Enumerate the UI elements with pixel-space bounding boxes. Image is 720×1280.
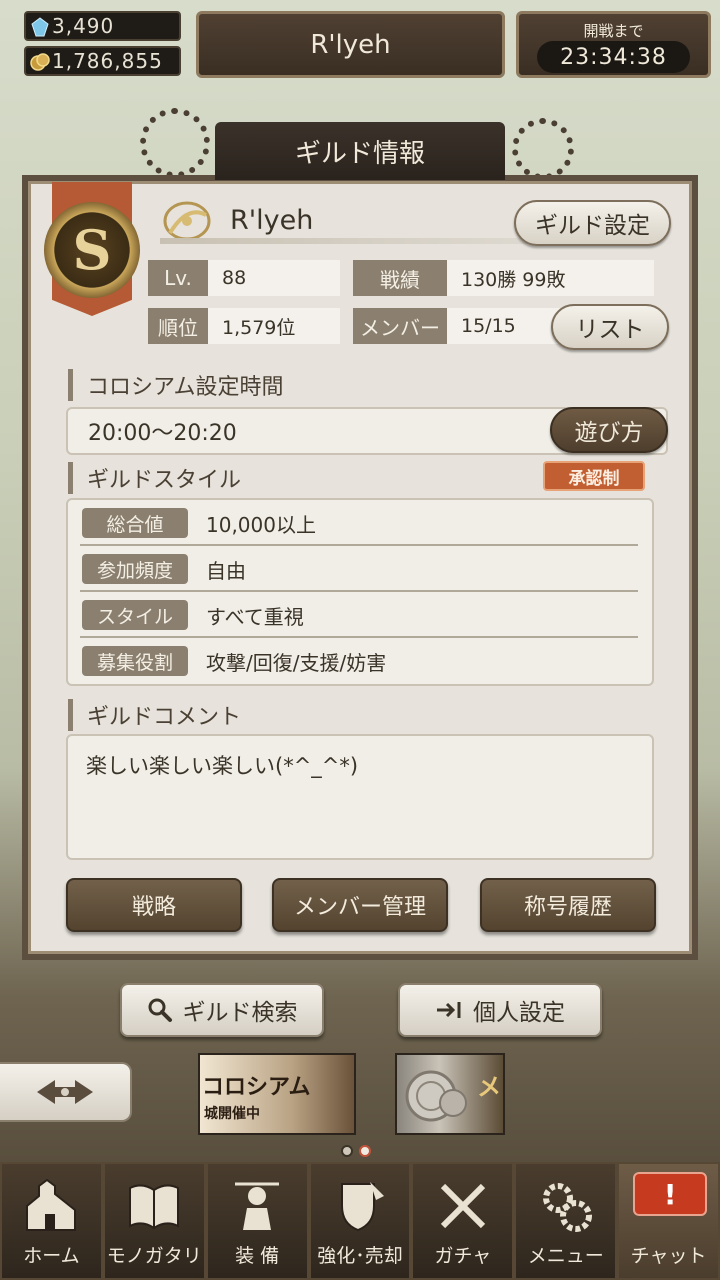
guild-rank-emblem: S	[44, 182, 140, 316]
carousel-dot[interactable]	[341, 1145, 353, 1157]
style-row-style: スタイル すべて重視	[80, 592, 638, 638]
guild-comment-box: 楽しい楽しい楽しい(*^_^*)	[66, 734, 654, 860]
guild-search-label: ギルド検索	[182, 1000, 298, 1026]
level-value: 88	[208, 260, 340, 296]
book-icon	[129, 1184, 180, 1230]
chat-alert-icon: !	[633, 1172, 708, 1216]
nav-equipment-label: 装 備	[235, 1245, 280, 1267]
nav-enhance-sell-label: 強化･売却	[317, 1245, 403, 1267]
gold-count: 1,786,855	[52, 49, 163, 73]
banner-coin-text: メ	[477, 1073, 501, 1101]
colosseum-time-title: コロシアム設定時間	[68, 369, 283, 401]
nav-gacha[interactable]: ガチャ	[411, 1162, 515, 1280]
approval-badge: 承認制	[543, 461, 645, 491]
style-label: スタイル	[82, 600, 188, 630]
strategy-button[interactable]: 戦略	[66, 878, 242, 932]
nav-chat[interactable]: ! チャット	[617, 1162, 720, 1280]
gear-decoration-left	[140, 108, 210, 178]
nav-home[interactable]: ホーム	[0, 1162, 103, 1280]
nav-chat-label: チャット	[630, 1245, 707, 1267]
search-icon	[148, 998, 172, 1022]
banner-colosseum-sub: 城開催中	[204, 1106, 260, 1122]
guild-settings-button[interactable]: ギルド設定	[514, 200, 671, 246]
member-list-button[interactable]: リスト	[551, 304, 669, 350]
rank-coin: S	[44, 202, 140, 298]
nav-gacha-label: ガチャ	[434, 1245, 492, 1267]
record-label: 戦績	[353, 260, 447, 296]
home-icon	[26, 1178, 77, 1231]
nav-enhance-sell[interactable]: 強化･売却	[308, 1162, 412, 1280]
guild-style-title: ギルドスタイル	[68, 462, 241, 494]
carousel-dot-active[interactable]	[359, 1145, 371, 1157]
gear-icon	[542, 1183, 592, 1232]
timer-value: 23:34:38	[537, 41, 690, 73]
carousel-dots	[341, 1145, 371, 1157]
style-label: 募集役割	[82, 646, 188, 676]
guild-comment-text: 楽しい楽しい楽しい(*^_^*)	[86, 754, 359, 778]
members-label: メンバー	[353, 308, 447, 344]
guild-title-plate: R'lyeh	[196, 11, 505, 78]
gem-count: 3,490	[52, 14, 115, 38]
guild-style-box: 総合値 10,000以上 参加頻度 自由 スタイル すべて重視 募集役割 攻撃/…	[66, 498, 654, 686]
guild-settings-label: ギルド設定	[535, 213, 650, 239]
style-value: 自由	[206, 559, 246, 583]
style-row-roles: 募集役割 攻撃/回復/支援/妨害	[80, 638, 638, 684]
rank-value: 1,579位	[208, 308, 340, 344]
personal-settings-label: 個人設定	[473, 1000, 565, 1026]
how-to-play-label: 遊び方	[574, 420, 644, 446]
nav-menu-label: メニュー	[527, 1245, 604, 1267]
colosseum-banner[interactable]: コロシアム 城開催中	[198, 1053, 356, 1135]
banner-colosseum-text: コロシアム	[202, 1075, 311, 1100]
nav-story-label: モノガタリ	[106, 1245, 202, 1267]
title-history-button[interactable]: 称号履歴	[480, 878, 656, 932]
back-button[interactable]	[0, 1062, 132, 1122]
rank-label: 順位	[148, 308, 208, 344]
style-row-total: 総合値 10,000以上	[80, 500, 638, 546]
guild-comment-title: ギルドコメント	[68, 699, 241, 731]
nav-story[interactable]: モノガタリ	[102, 1162, 206, 1280]
gem-icon	[31, 17, 49, 37]
record-value: 130勝 99敗	[447, 260, 654, 296]
coin-banner[interactable]: メ	[395, 1053, 505, 1135]
style-row-frequency: 参加頻度 自由	[80, 546, 638, 592]
style-label: 参加頻度	[82, 554, 188, 584]
battle-timer: 開戦まで 23:34:38	[516, 11, 711, 78]
guild-name: R'lyeh	[230, 205, 314, 236]
panel-header: ギルド情報	[215, 122, 505, 180]
nav-equipment[interactable]: 装 備	[205, 1162, 309, 1280]
gold-coin-icon	[30, 53, 50, 71]
enhance-icon	[341, 1182, 384, 1232]
guild-title: R'lyeh	[310, 29, 391, 60]
level-label: Lv.	[148, 260, 208, 296]
timer-label: 開戦まで	[583, 22, 644, 40]
guild-search-button[interactable]: ギルド検索	[120, 983, 324, 1037]
bottom-nav: ホーム モノガタリ 装 備 強化･売却 ガチャ メニュー ! チャット	[0, 1162, 720, 1280]
strategy-label: 戦略	[131, 895, 176, 920]
back-arrow-icon	[37, 1080, 93, 1104]
gold-counter: 1,786,855	[24, 46, 181, 76]
member-management-label: メンバー管理	[293, 895, 426, 920]
style-value: 攻撃/回復/支援/妨害	[206, 651, 387, 675]
colosseum-time-value: 20:00〜20:20	[88, 421, 237, 446]
silver-coin-icon	[405, 1070, 467, 1122]
title-history-label: 称号履歴	[523, 895, 612, 920]
style-value: すべて重視	[206, 605, 304, 629]
gacha-icon	[440, 1183, 485, 1229]
rank-letter: S	[72, 218, 112, 282]
members-value: 15/15	[447, 308, 567, 344]
gem-counter: 3,490	[24, 11, 181, 41]
nav-home-label: ホーム	[23, 1245, 80, 1267]
personal-settings-button[interactable]: 個人設定	[398, 983, 602, 1037]
member-list-label: リスト	[575, 317, 645, 343]
member-management-button[interactable]: メンバー管理	[272, 878, 448, 932]
style-value: 10,000以上	[206, 513, 316, 537]
panel-title: ギルド情報	[294, 138, 425, 169]
enter-arrow-icon	[437, 1002, 461, 1018]
nav-menu[interactable]: メニュー	[514, 1162, 618, 1280]
how-to-play-button[interactable]: 遊び方	[550, 407, 668, 453]
gear-decoration-right	[512, 118, 574, 180]
equipment-icon	[235, 1182, 280, 1230]
style-label: 総合値	[82, 508, 188, 538]
